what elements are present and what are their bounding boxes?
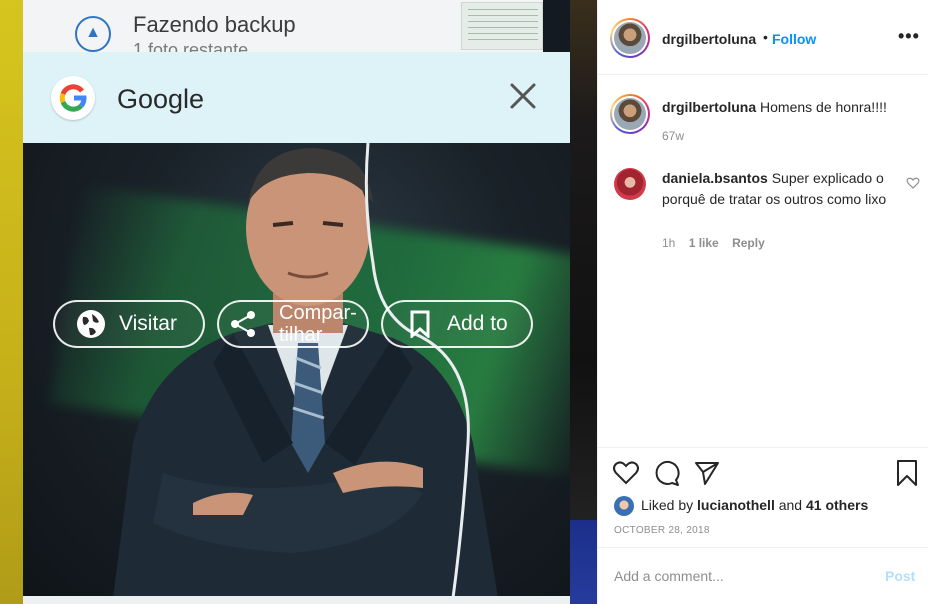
heart-icon[interactable] [612,459,640,487]
post-media[interactable]: ▲ Fazendo backup 1 foto restante Google … [0,0,597,604]
google-title: Google [117,84,205,114]
notification-thumbnail [461,2,543,50]
backup-notification: ▲ Fazendo backup 1 foto restante [23,0,543,60]
google-bar: Google [23,52,570,143]
separator-dot: • [763,29,768,45]
bookmark-icon[interactable] [893,459,921,487]
add-to-button[interactable]: Add to [381,300,533,348]
reply-button[interactable]: Reply [732,236,765,250]
post-button[interactable]: Post [885,568,915,584]
caption-body: Homens de honra!!!! [760,99,887,115]
share-icon[interactable] [693,459,721,487]
caption-text: drgilbertoluna Homens de honra!!!! [662,98,912,116]
comment-time[interactable]: 1h [662,236,675,250]
post-header: drgilbertoluna • Follow ••• [598,0,928,75]
photo-content: Visitar Compar-tilhar Add to [23,143,570,598]
add-to-label: Add to [447,312,508,335]
google-logo-icon [51,76,95,120]
notification-title: Fazendo backup [133,12,296,37]
phone-screenshot: ▲ Fazendo backup 1 foto restante Google … [23,0,570,604]
add-comment-bar: Add a comment... Post [598,547,928,604]
share-icon [231,311,255,337]
comment-avatar[interactable] [614,168,646,200]
caption-username[interactable]: drgilbertoluna [662,99,756,115]
media-background-left [0,0,23,604]
likes-and: and [778,497,803,513]
share-label-line2: tilhar [279,324,323,346]
comment-text: daniela.bsantos Super explicado o porquê… [662,168,898,210]
header-username[interactable]: drgilbertoluna [662,31,756,47]
upload-icon: ▲ [75,16,111,52]
comment-meta: 1h 1 like Reply [662,236,775,250]
globe-icon [77,310,105,338]
media-background-right [570,0,597,604]
share-label-line1: Compar- [279,302,357,324]
likes-others[interactable]: 41 others [806,497,868,513]
post-panel: drgilbertoluna • Follow ••• drgilbertolu… [597,0,928,604]
share-button[interactable]: Compar-tilhar [217,300,369,348]
caption-time[interactable]: 67w [662,129,684,143]
likes-summary: Liked by lucianothell and 41 others [641,497,868,513]
likes-prefix: Liked by [641,497,694,513]
likes-user[interactable]: lucianothell [697,497,775,513]
comment-likes[interactable]: 1 like [689,236,719,250]
comment-username[interactable]: daniela.bsantos [662,170,768,186]
heart-icon[interactable] [906,176,920,190]
comment-icon[interactable] [652,459,680,487]
photo-outline [364,143,470,598]
visit-button[interactable]: Visitar [53,300,205,348]
comment-input[interactable]: Add a comment... [614,568,864,584]
caption-avatar[interactable] [610,94,650,134]
phone-bottom-bar [23,596,570,604]
liker-avatar[interactable] [614,496,634,516]
visit-label: Visitar [119,312,177,335]
post-date[interactable]: OCTOBER 28, 2018 [614,525,710,536]
more-options-icon[interactable]: ••• [898,26,920,47]
follow-button[interactable]: Follow [772,31,816,47]
bookmark-icon [410,310,430,338]
close-icon [510,83,536,109]
post-actions: Liked by lucianothell and 41 others OCTO… [598,447,928,547]
avatar[interactable] [610,18,650,58]
